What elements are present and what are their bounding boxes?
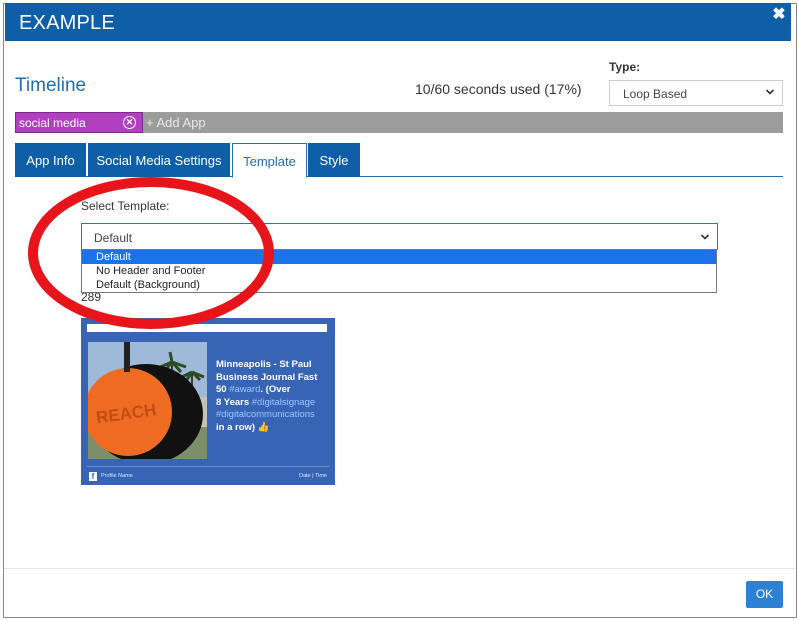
tab-template[interactable]: Template <box>232 143 307 178</box>
preview-photo: REACH <box>88 342 207 459</box>
template-select[interactable]: Default <box>81 223 718 250</box>
preview-footer-divider <box>87 466 329 467</box>
post-line: 50 #award. (Over <box>216 384 334 397</box>
add-app-input[interactable]: + Add App <box>146 115 206 130</box>
template-dropdown-list[interactable]: Default No Header and Footer Default (Ba… <box>81 249 717 293</box>
app-chip-label: social media <box>19 116 86 130</box>
post-text: 8 Years <box>216 396 252 408</box>
remove-chip-icon[interactable]: ✕ <box>123 116 136 129</box>
tab-style[interactable]: Style <box>308 143 360 177</box>
preview-photo-image: REACH <box>88 342 207 459</box>
chevron-down-icon <box>765 89 775 95</box>
post-line: 8 Years #digitalsignage <box>216 397 334 410</box>
app-chip-social-media[interactable]: social media ✕ <box>15 112 143 133</box>
type-select-value: Loop Based <box>623 87 688 101</box>
post-text: . (Over <box>260 384 291 395</box>
type-select[interactable]: Loop Based <box>609 80 783 106</box>
facebook-icon: f <box>89 472 97 481</box>
template-option-default[interactable]: Default <box>82 250 716 264</box>
select-template-label: Select Template: <box>81 199 170 213</box>
seconds-used-label: 10/60 seconds used (17%) <box>415 81 582 97</box>
tab-bar: App Info Social Media Settings Template … <box>15 143 783 178</box>
template-select-value: Default <box>94 231 133 245</box>
app-bar[interactable]: social media ✕ + Add App <box>15 112 783 133</box>
preview-date-time: Date | Time <box>298 473 327 479</box>
timeline-title: Timeline <box>15 75 87 96</box>
tab-app-info[interactable]: App Info <box>15 143 86 177</box>
type-label: Type: <box>609 60 641 74</box>
hashtag: #award <box>229 384 261 395</box>
footer-divider <box>4 568 795 569</box>
dialog-title: EXAMPLE <box>19 12 115 34</box>
post-line: in a row) 👍 <box>216 421 270 433</box>
hashtag: #digitalsignage <box>251 396 316 408</box>
post-line: Business Journal Fast <box>216 371 318 383</box>
close-icon[interactable]: ✖ <box>771 7 787 23</box>
post-text: 50 <box>216 384 230 395</box>
post-line: Minneapolis - St Paul <box>216 359 312 370</box>
preview-post-text: Minneapolis - St Paul Business Journal F… <box>216 359 334 434</box>
template-preview: REACH Minneapolis - St Paul Business Jou… <box>81 318 335 485</box>
dialog-titlebar: EXAMPLE ✖ <box>5 3 791 41</box>
hashtag: #digitalcommunications <box>216 409 315 420</box>
tab-social-media-settings[interactable]: Social Media Settings <box>88 143 230 177</box>
preview-header-bar <box>87 324 327 332</box>
chevron-down-icon <box>700 234 710 240</box>
template-option-default-background[interactable]: Default (Background) <box>82 278 716 292</box>
template-option-no-header-footer[interactable]: No Header and Footer <box>82 264 716 278</box>
ok-button[interactable]: OK <box>746 581 783 608</box>
preview-profile-name: Profile Name <box>101 473 133 479</box>
